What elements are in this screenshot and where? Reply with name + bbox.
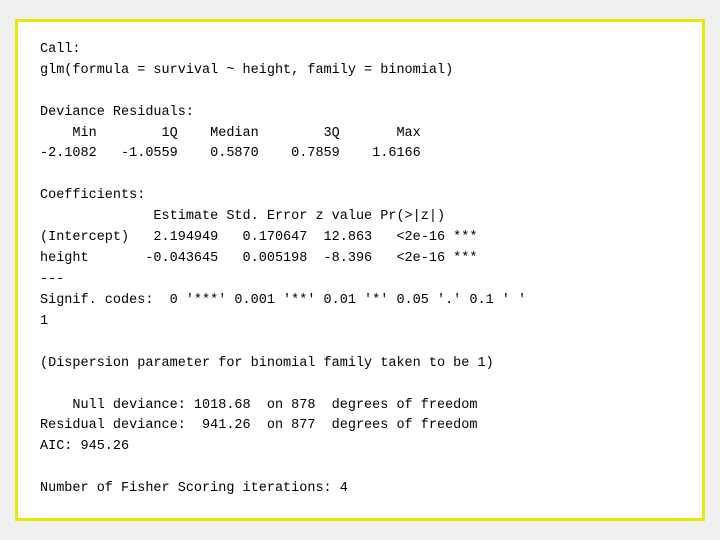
output-panel: Call: glm(formula = survival ~ height, f… — [15, 19, 705, 521]
r-output-text: Call: glm(formula = survival ~ height, f… — [40, 40, 680, 500]
